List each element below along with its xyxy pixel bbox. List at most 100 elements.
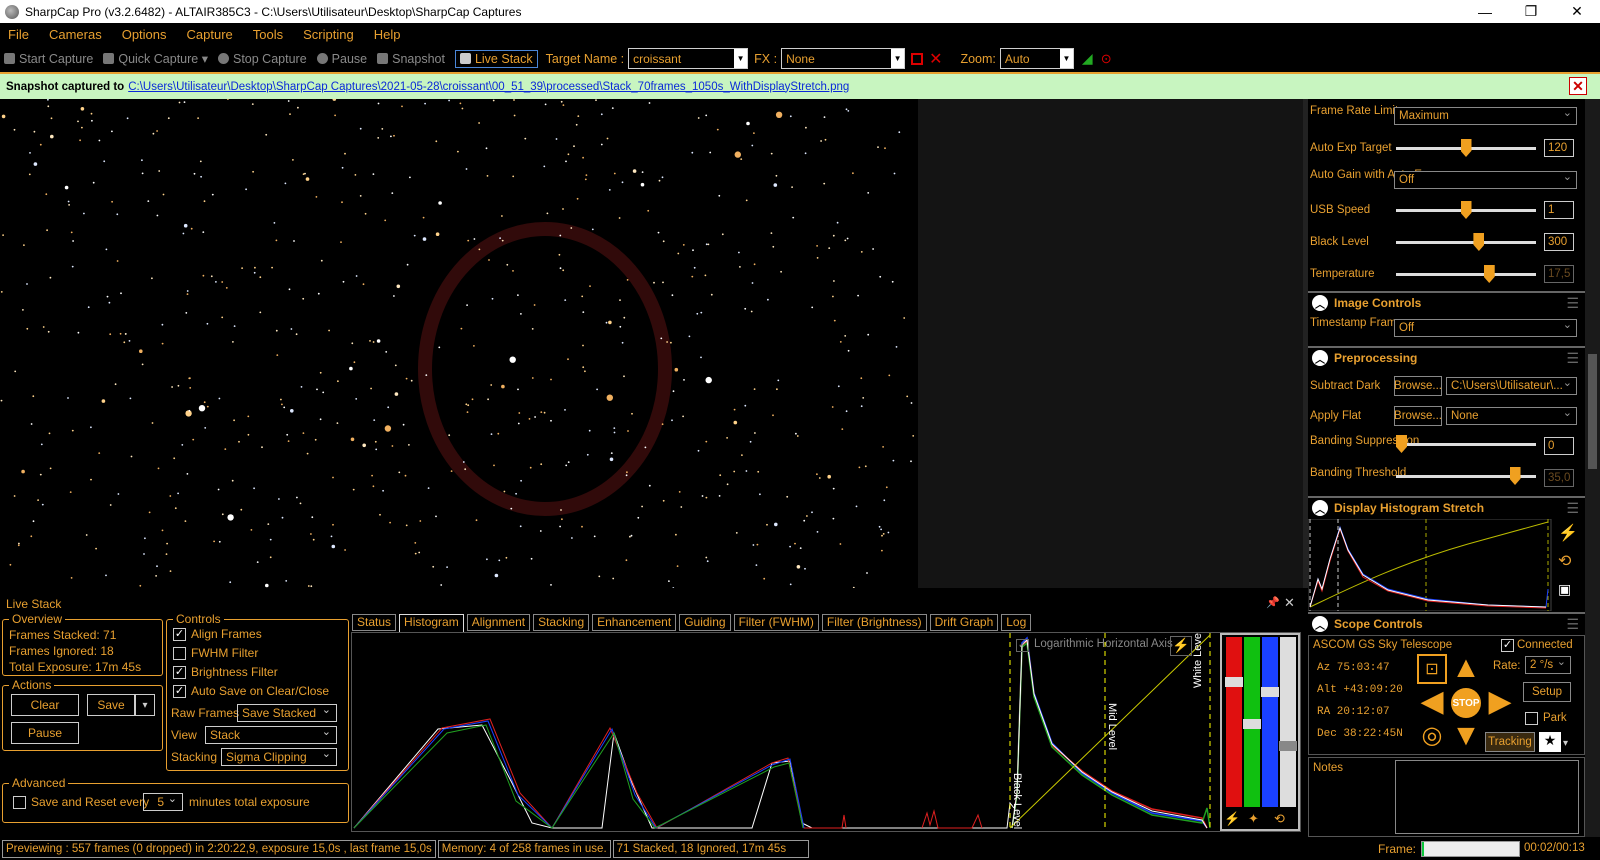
snapshot-button[interactable]: Snapshot <box>377 52 445 66</box>
goto-icon[interactable]: ⊡ <box>1417 654 1447 684</box>
timestamp-select[interactable]: Off <box>1394 317 1577 337</box>
stop-capture-button[interactable]: Stop Capture <box>218 52 307 66</box>
luminance-level-slider[interactable] <box>1279 637 1297 807</box>
save-options-button[interactable]: ▾ <box>135 694 155 716</box>
start-capture-button[interactable]: Start Capture <box>4 52 93 66</box>
park-checkbox[interactable] <box>1525 712 1538 725</box>
menu-icon[interactable]: ☰ <box>1566 500 1579 517</box>
menu-scripting[interactable]: Scripting <box>303 27 354 42</box>
rate-select[interactable]: 2 °/s <box>1525 654 1571 674</box>
close-notification-icon[interactable]: ✕ <box>1569 77 1587 95</box>
menu-icon[interactable]: ☰ <box>1566 295 1579 312</box>
slider-knob[interactable] <box>1473 233 1485 251</box>
star-icon[interactable]: ★ <box>1539 732 1561 752</box>
slider-knob[interactable] <box>1396 435 1407 453</box>
flat-file-select[interactable]: None <box>1446 405 1577 425</box>
reticle-icon[interactable] <box>911 52 924 65</box>
center-target-icon[interactable]: ◎ <box>1417 722 1447 752</box>
image-viewer[interactable] <box>0 99 918 588</box>
west-arrow-icon[interactable]: ◀ <box>1417 687 1447 718</box>
collapse-icon[interactable]: ︿ <box>1312 295 1328 311</box>
menu-options[interactable]: Options <box>122 27 167 42</box>
menu-file[interactable]: File <box>8 27 29 42</box>
banding-suppression-value[interactable]: 0 <box>1544 437 1574 455</box>
menu-capture[interactable]: Capture <box>187 27 233 42</box>
save-reset-minutes-input[interactable]: 5 <box>143 791 183 811</box>
close-panel-icon[interactable]: ✕ <box>1284 595 1295 611</box>
histogram-view[interactable]: Black Level Mid Level White Level ✓ Loga… <box>351 631 1301 832</box>
log-axis-checkbox[interactable]: ✓ <box>1016 639 1029 652</box>
pause-button[interactable]: Pause <box>316 52 367 66</box>
reset-icon[interactable]: ⟲ <box>1274 811 1285 827</box>
menu-icon[interactable]: ☰ <box>1566 616 1579 633</box>
slider-knob[interactable] <box>1460 201 1472 219</box>
usb-speed-slider[interactable] <box>1396 201 1536 219</box>
browse-dark-button[interactable]: Browse... <box>1394 376 1442 396</box>
snapshot-path-link[interactable]: C:\Users\Utilisateur\Desktop\SharpCap Ca… <box>128 81 849 93</box>
tab-filter-fwhm[interactable]: Filter (FWHM) <box>733 614 819 631</box>
collapse-icon[interactable]: ︿ <box>1312 350 1328 366</box>
tab-log[interactable]: Log <box>1001 614 1032 631</box>
collapse-icon[interactable]: ︿ <box>1312 616 1328 632</box>
usb-speed-value[interactable]: 1 <box>1544 201 1574 219</box>
blue-level-slider[interactable] <box>1261 637 1279 807</box>
setup-button[interactable]: Setup <box>1523 682 1571 702</box>
frame-rate-select[interactable]: Maximum <box>1394 105 1577 125</box>
tab-histogram[interactable]: Histogram <box>399 614 464 633</box>
pause-stack-button[interactable]: Pause <box>11 722 79 744</box>
collapse-icon[interactable]: ︿ <box>1312 500 1328 516</box>
menu-icon[interactable]: ☰ <box>1566 350 1579 367</box>
histogram-icon[interactable]: ◢ <box>1082 50 1093 67</box>
save-icon[interactable]: ▣ <box>1558 581 1571 598</box>
red-level-slider[interactable] <box>1225 637 1243 807</box>
north-arrow-icon[interactable]: ▲ <box>1451 653 1481 684</box>
image-controls-header[interactable]: ︿ Image Controls ☰ <box>1308 291 1585 313</box>
sparkle-icon[interactable]: ✦ <box>1248 811 1259 827</box>
view-select[interactable]: Stack <box>205 724 337 744</box>
scope-controls-header[interactable]: ︿ Scope Controls ☰ <box>1308 612 1585 634</box>
east-arrow-icon[interactable]: ▶ <box>1485 687 1515 718</box>
dark-file-select[interactable]: C:\Users\Utilisateur\... <box>1446 375 1577 395</box>
menu-tools[interactable]: Tools <box>253 27 283 42</box>
save-reset-checkbox[interactable] <box>13 796 26 809</box>
auto-stretch-icon[interactable]: ⚡ <box>1170 636 1192 656</box>
tab-alignment[interactable]: Alignment <box>466 614 531 631</box>
auto-exp-value[interactable]: 120 <box>1544 139 1574 157</box>
live-stack-button[interactable]: Live Stack <box>454 49 538 68</box>
slider-knob[interactable] <box>1460 139 1472 157</box>
chevron-down-icon[interactable]: ▾ <box>1563 738 1568 749</box>
zoom-select[interactable]: Auto ▼ <box>999 48 1074 69</box>
quick-capture-button[interactable]: Quick Capture ▾ <box>103 51 208 66</box>
menu-cameras[interactable]: Cameras <box>49 27 102 42</box>
control-panel-scrollbar[interactable] <box>1585 99 1600 837</box>
scrollbar-thumb[interactable] <box>1588 354 1597 469</box>
zoom-search-icon[interactable]: ⊙ <box>1101 51 1112 67</box>
auto-exp-slider[interactable] <box>1396 139 1536 157</box>
tab-guiding[interactable]: Guiding <box>679 614 731 631</box>
notes-textarea[interactable] <box>1395 760 1579 834</box>
raw-frames-select[interactable]: Save Stacked <box>237 702 337 722</box>
display-stretch-graph[interactable]: ⚡ ⟲ ▣ <box>1307 518 1585 612</box>
auto-stretch-icon[interactable]: ⚡ <box>1558 523 1578 543</box>
stacking-select[interactable]: Sigma Clipping <box>221 746 337 766</box>
reset-icon[interactable]: ⟲ <box>1558 551 1571 571</box>
pin-icon[interactable]: 📌 <box>1266 596 1280 609</box>
tab-drift-graph[interactable]: Drift Graph <box>929 614 999 631</box>
display-stretch-header[interactable]: ︿ Display Histogram Stretch ☰ <box>1308 496 1585 518</box>
tracking-button[interactable]: Tracking <box>1485 732 1535 752</box>
tab-stacking[interactable]: Stacking <box>533 614 590 631</box>
banding-suppression-slider[interactable] <box>1396 435 1536 453</box>
black-level-value[interactable]: 300 <box>1544 233 1574 251</box>
clear-reticle-icon[interactable]: ✕ <box>929 49 942 69</box>
tab-enhancement[interactable]: Enhancement <box>592 614 677 631</box>
green-level-slider[interactable] <box>1243 637 1261 807</box>
south-arrow-icon[interactable]: ▼ <box>1451 721 1481 752</box>
black-level-slider[interactable] <box>1396 233 1536 251</box>
auto-save-checkbox[interactable]: ✓ <box>173 685 186 698</box>
maximize-button[interactable]: ❐ <box>1508 0 1554 23</box>
tab-filter-brightness[interactable]: Filter (Brightness) <box>821 614 927 631</box>
menu-help[interactable]: Help <box>374 27 401 42</box>
fx-select[interactable]: None ▼ <box>781 48 906 69</box>
preprocessing-header[interactable]: ︿ Preprocessing ☰ <box>1308 346 1585 368</box>
tab-status[interactable]: Status <box>352 614 397 631</box>
